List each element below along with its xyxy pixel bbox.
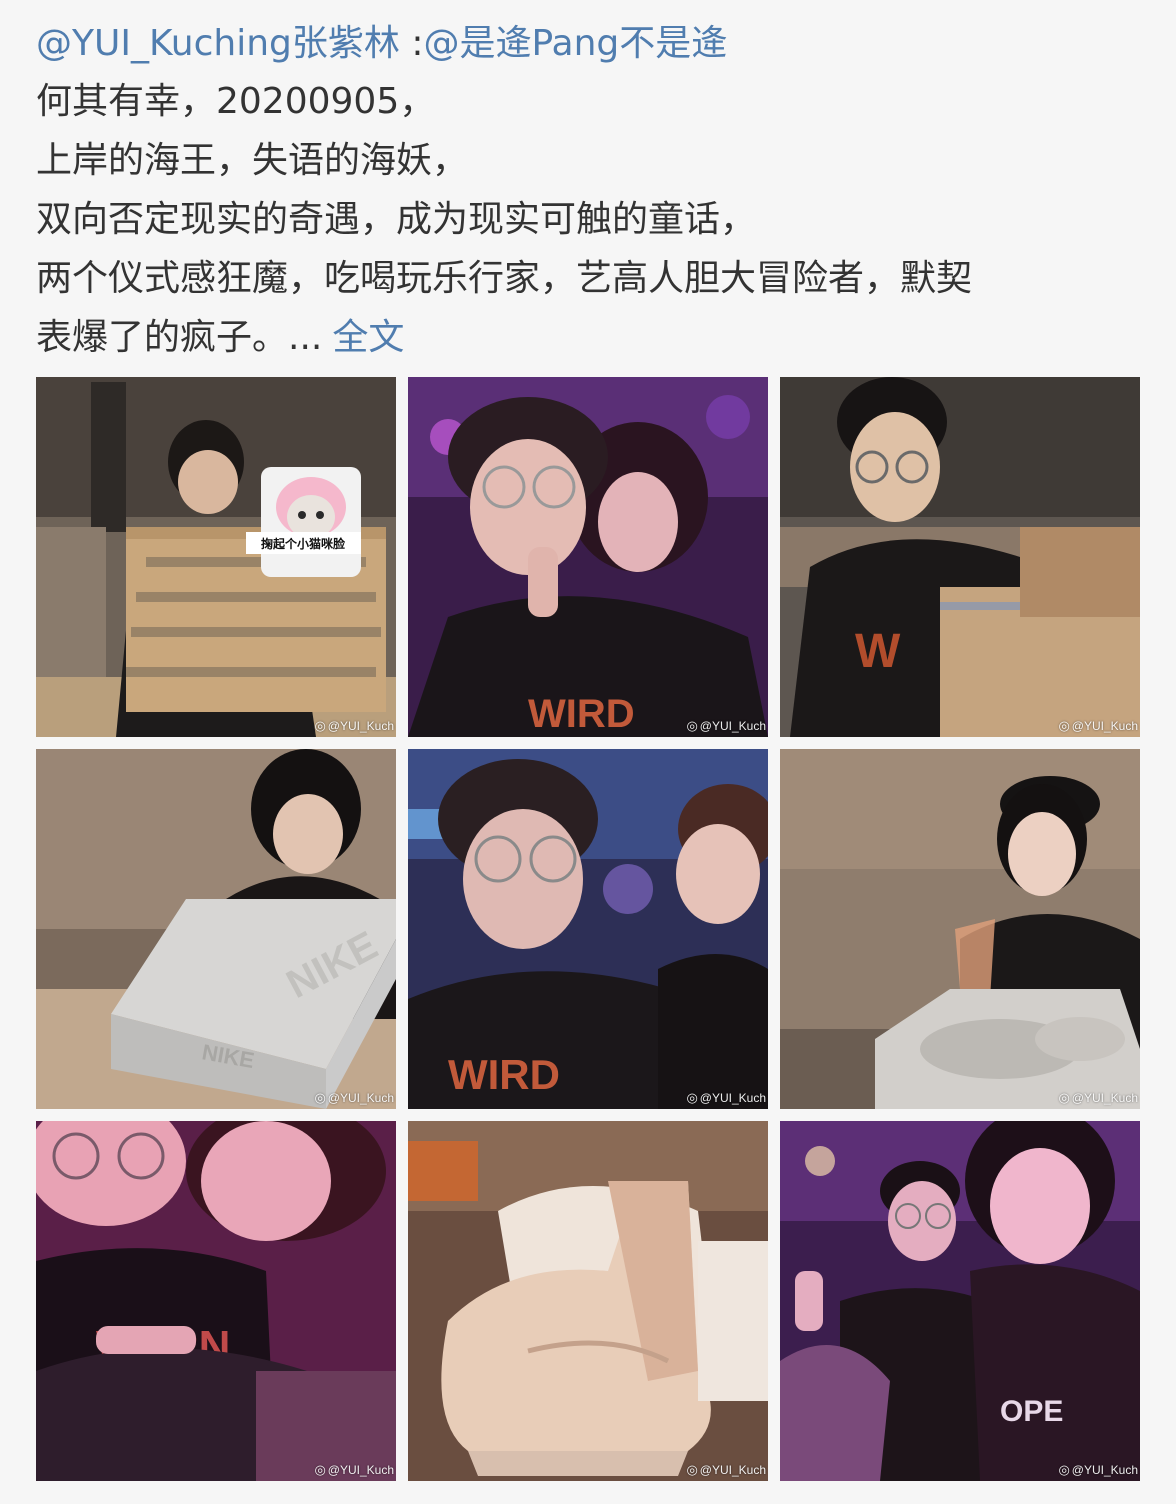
photo-7[interactable]: WERN ◎@YUI_Kuch [36, 1121, 396, 1481]
sticker-text: 掬起个小猫咪脸 [261, 536, 346, 551]
watermark: ◎ @YUI_Kuch [1058, 718, 1138, 734]
watermark: ◎ @YUI_Kuch [1058, 1090, 1138, 1106]
photo-3-image: W [780, 377, 1140, 737]
watermark: ◎ @YUI_Kuch [314, 1462, 394, 1478]
weibo-logo-icon: ◎ [314, 718, 326, 733]
photo-5-image: WIRD [408, 749, 768, 1109]
read-more-link[interactable]: 全文 [332, 317, 404, 358]
watermark: ◎ @YUI_Kuch [314, 1090, 394, 1106]
photo-1-image: 掬起个小猫咪脸 [36, 377, 396, 737]
watermark: ◎ @YUI_Kuch [686, 718, 766, 734]
svg-text:OPE: OPE [1000, 1395, 1063, 1428]
weibo-logo-icon: ◎ [1058, 1462, 1070, 1477]
photo-9-image: OPE [780, 1121, 1140, 1481]
post-line: 何其有幸，20200905， [36, 81, 436, 122]
mention-link[interactable]: @是逄Pang不是逄 [423, 23, 727, 64]
watermark: ◎ @YUI_Kuch [686, 1462, 766, 1478]
post-line: 双向否定现实的奇遇，成为现实可触的童话， [36, 199, 757, 240]
weibo-logo-icon: ◎ [314, 1462, 326, 1477]
weibo-logo-icon: ◎ [1058, 718, 1070, 733]
photo-6[interactable]: ◎ @YUI_Kuch [780, 749, 1140, 1109]
photo-6-image [780, 749, 1140, 1109]
svg-text:W: W [855, 625, 901, 678]
weibo-post: @YUI_Kuching张紫林 :@是逄Pang不是逄 何其有幸，2020090… [0, 0, 1176, 1504]
photo-9[interactable]: OPE ◎ @YUI_Kuch [780, 1121, 1140, 1481]
photo-2-image: WIRD [408, 377, 768, 737]
weibo-logo-icon: ◎ [1058, 1090, 1070, 1105]
photo-grid: 掬起个小猫咪脸 ◎ @YUI_Kuch WIRD ◎ @YUI_Kuch W ◎… [36, 377, 1140, 1495]
photo-8-image [408, 1121, 768, 1481]
svg-text:WIRD: WIRD [528, 692, 635, 736]
weibo-logo-icon: ◎ [686, 1090, 698, 1105]
weibo-logo-icon: ◎ [686, 1462, 698, 1477]
weibo-logo-icon: ◎ [686, 718, 698, 733]
post-line: 上岸的海王，失语的海妖， [36, 140, 469, 181]
photo-4-image: NIKE NIKE [36, 749, 396, 1109]
post-header: @YUI_Kuching张紫林 :@是逄Pang不是逄 [36, 16, 727, 72]
photo-4[interactable]: NIKE NIKE ◎ @YUI_Kuch [36, 749, 396, 1109]
post-line: 表爆了的疯子。... [36, 317, 323, 358]
photo-8[interactable]: ◎ @YUI_Kuch [408, 1121, 768, 1481]
post-line-last: 表爆了的疯子。... 全文 [36, 308, 1146, 367]
watermark: ◎ @YUI_Kuch [314, 718, 394, 734]
watermark: ◎ @YUI_Kuch [686, 1090, 766, 1106]
photo-2[interactable]: WIRD ◎ @YUI_Kuch [408, 377, 768, 737]
photo-5[interactable]: WIRD ◎ @YUI_Kuch [408, 749, 768, 1109]
post-body: 何其有幸，20200905， 上岸的海王，失语的海妖， 双向否定现实的奇遇，成为… [36, 72, 1146, 367]
author-link[interactable]: @YUI_Kuching张紫林 [36, 23, 400, 64]
watermark: ◎ @YUI_Kuch [1058, 1462, 1138, 1478]
separator: : [399, 23, 424, 64]
post-line: 两个仪式感狂魔，吃喝玩乐行家，艺高人胆大冒险者，默契 [36, 258, 973, 299]
photo-3[interactable]: W ◎ @YUI_Kuch [780, 377, 1140, 737]
photo-7-image: WERN [36, 1121, 396, 1481]
weibo-logo-icon: ◎ [314, 1090, 326, 1105]
svg-text:WIRD: WIRD [448, 1051, 560, 1098]
photo-1[interactable]: 掬起个小猫咪脸 ◎ @YUI_Kuch [36, 377, 396, 737]
